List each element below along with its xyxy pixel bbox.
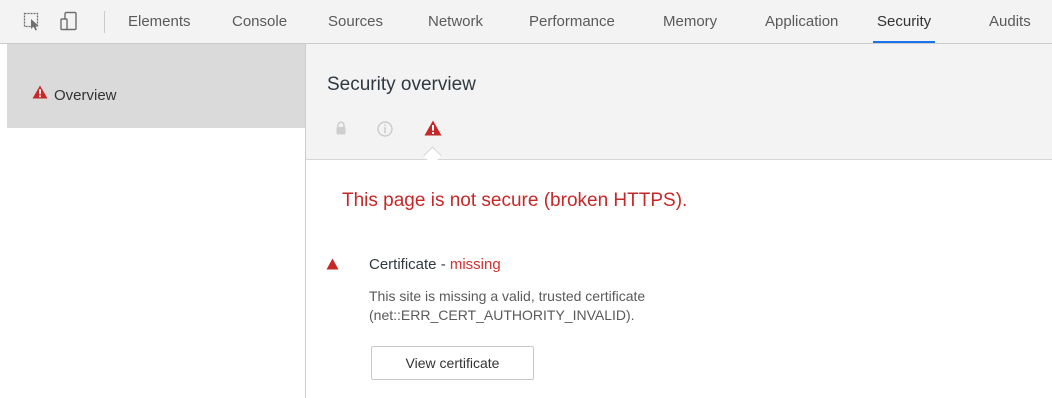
security-sidebar: Overview xyxy=(0,44,306,398)
warning-icon xyxy=(424,120,442,136)
warning-triangle-icon xyxy=(326,258,339,270)
certificate-description-line: This site is missing a valid, trusted ce… xyxy=(369,288,646,304)
tab-elements[interactable]: Elements xyxy=(128,0,191,43)
tab-memory[interactable]: Memory xyxy=(663,0,717,43)
toolbar-separator xyxy=(104,11,105,33)
certificate-title: Certificate - missing xyxy=(369,256,501,273)
devtools-toolbar: Elements Console Sources Network Perform… xyxy=(0,0,1052,44)
inspect-element-icon[interactable] xyxy=(22,11,42,31)
warning-icon xyxy=(32,85,48,99)
sidebar-item-label: Overview xyxy=(54,87,117,104)
page-title: Security overview xyxy=(327,74,476,95)
tab-sources[interactable]: Sources xyxy=(328,0,383,43)
tab-performance[interactable]: Performance xyxy=(529,0,615,43)
tab-security[interactable]: Security xyxy=(872,0,936,43)
tab-audits[interactable]: Audits xyxy=(989,0,1031,43)
view-certificate-button[interactable]: View certificate xyxy=(371,346,534,380)
lock-icon xyxy=(336,121,346,135)
certificate-description: This site is missing a valid, trusted ce… xyxy=(369,287,645,325)
certificate-error-code: (net::ERR_CERT_AUTHORITY_INVALID). xyxy=(369,307,635,323)
certificate-title-label: Certificate - xyxy=(369,256,450,273)
tab-console[interactable]: Console xyxy=(232,0,287,43)
device-toolbar-icon[interactable] xyxy=(59,11,79,31)
sidebar-item-overview[interactable]: Overview xyxy=(7,44,305,128)
overview-header: Security overview xyxy=(306,44,1052,160)
info-icon xyxy=(377,121,393,137)
security-main-panel: Security overview This page is not secur… xyxy=(306,44,1052,398)
certificate-status: missing xyxy=(449,256,501,273)
tab-application[interactable]: Application xyxy=(765,0,838,43)
security-summary-text: This page is not secure (broken HTTPS). xyxy=(342,190,688,211)
tab-network[interactable]: Network xyxy=(428,0,483,43)
